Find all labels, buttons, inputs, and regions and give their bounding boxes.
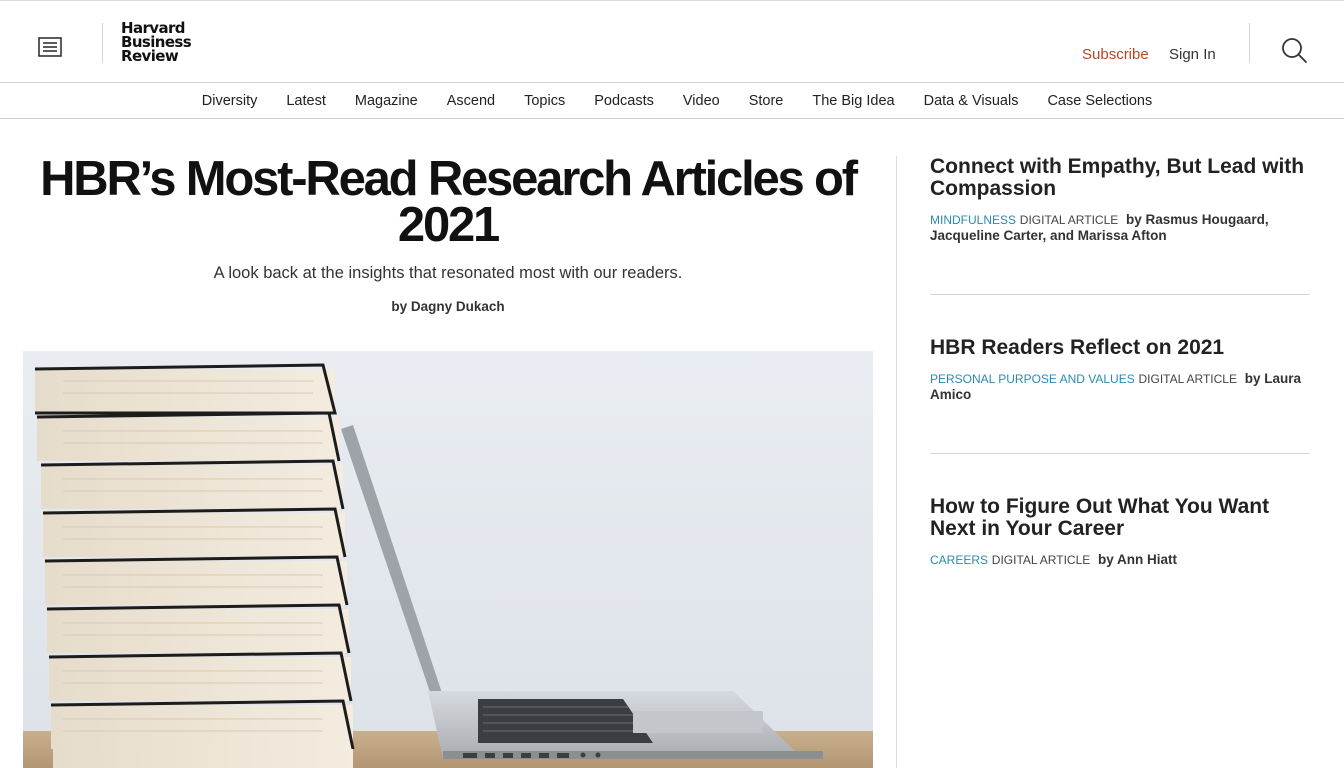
hbr-logo[interactable]: Harvard Business Review xyxy=(121,21,192,65)
sign-in-link[interactable]: Sign In xyxy=(1169,46,1216,63)
article-type: DIGITAL ARTICLE xyxy=(1138,372,1237,386)
sidebar-separator xyxy=(930,453,1310,454)
topic-link[interactable]: PERSONAL PURPOSE AND VALUES xyxy=(930,372,1135,386)
article-type: DIGITAL ARTICLE xyxy=(991,553,1091,567)
sidebar-divider xyxy=(896,156,897,768)
search-icon[interactable] xyxy=(1280,37,1308,65)
sidebar-article-meta: MINDFULNESS DIGITAL ARTICLE by Rasmus Ho… xyxy=(930,212,1310,244)
nav-item-diversity[interactable]: Diversity xyxy=(202,93,258,109)
nav-item-video[interactable]: Video xyxy=(683,93,720,109)
nav-item-big-idea[interactable]: The Big Idea xyxy=(812,93,894,109)
article-byline[interactable]: by Ann Hiatt xyxy=(1098,552,1177,567)
nav-item-data-visuals[interactable]: Data & Visuals xyxy=(924,93,1019,109)
subscribe-link[interactable]: Subscribe xyxy=(1082,46,1149,63)
nav-item-topics[interactable]: Topics xyxy=(524,93,565,109)
sidebar-article-meta: PERSONAL PURPOSE AND VALUES DIGITAL ARTI… xyxy=(930,371,1310,403)
topic-link[interactable]: MINDFULNESS xyxy=(930,213,1016,227)
sidebar-article: HBR Readers Reflect on 2021 PERSONAL PUR… xyxy=(930,337,1310,403)
logo-line: Review xyxy=(121,47,179,65)
main-nav: Diversity Latest Magazine Ascend Topics … xyxy=(0,83,1344,119)
nav-list: Diversity Latest Magazine Ascend Topics … xyxy=(0,83,1344,118)
sidebar-article-meta: CAREERS DIGITAL ARTICLE by Ann Hiatt xyxy=(930,552,1310,568)
sidebar-article: How to Figure Out What You Want Next in … xyxy=(930,496,1310,568)
article-byline[interactable]: by Dagny Dukach xyxy=(23,299,873,314)
sidebar-article-title[interactable]: HBR Readers Reflect on 2021 xyxy=(930,337,1310,359)
nav-item-case-selections[interactable]: Case Selections xyxy=(1047,93,1152,109)
topic-link[interactable]: CAREERS xyxy=(930,553,988,567)
nav-item-store[interactable]: Store xyxy=(749,93,784,109)
article-subtitle: A look back at the insights that resonat… xyxy=(213,264,683,282)
site-header: Harvard Business Review Subscribe Sign I… xyxy=(0,0,1344,83)
nav-item-ascend[interactable]: Ascend xyxy=(447,93,495,109)
sidebar-article-title[interactable]: How to Figure Out What You Want Next in … xyxy=(930,496,1310,540)
nav-item-podcasts[interactable]: Podcasts xyxy=(594,93,654,109)
hero-image-books-laptop[interactable] xyxy=(23,351,873,768)
nav-item-magazine[interactable]: Magazine xyxy=(355,93,418,109)
menu-icon[interactable] xyxy=(36,35,64,59)
article-type: DIGITAL ARTICLE xyxy=(1019,213,1119,227)
header-divider xyxy=(102,23,103,63)
header-divider xyxy=(1249,23,1250,63)
sidebar-article-title[interactable]: Connect with Empathy, But Lead with Comp… xyxy=(930,156,1310,200)
sidebar-article: Connect with Empathy, But Lead with Comp… xyxy=(930,156,1310,244)
article-title[interactable]: HBR’s Most-Read Research Articles of 202… xyxy=(23,155,873,250)
nav-item-latest[interactable]: Latest xyxy=(286,93,326,109)
sidebar-separator xyxy=(930,294,1310,295)
